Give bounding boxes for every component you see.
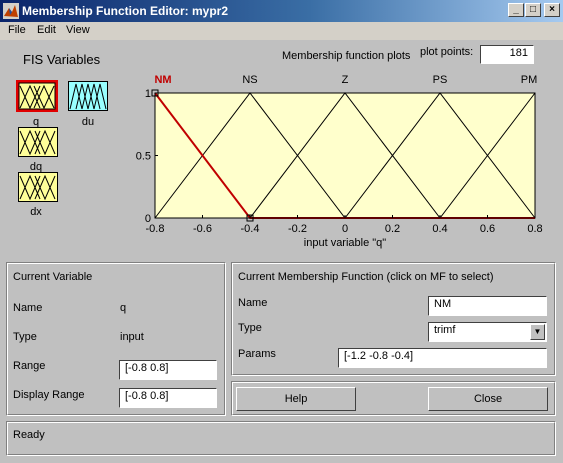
mf-type-select[interactable]: trimf ▼ bbox=[428, 322, 547, 342]
display-range-label: Display Range bbox=[13, 389, 85, 401]
mf-label-pm[interactable]: PM bbox=[521, 74, 538, 86]
x-tick-label: 0 bbox=[342, 223, 348, 235]
close-button[interactable]: Close bbox=[428, 387, 548, 411]
help-button[interactable]: Help bbox=[236, 387, 356, 411]
menu-edit[interactable]: Edit bbox=[37, 24, 56, 36]
variable-dq-icon[interactable] bbox=[18, 127, 58, 157]
range-input[interactable]: [-0.8 0.8] bbox=[119, 360, 217, 380]
current-variable-heading: Current Variable bbox=[13, 271, 93, 283]
menu-bar: File Edit View bbox=[0, 22, 563, 40]
variable-q-icon[interactable] bbox=[16, 80, 58, 112]
title-bar: Membership Function Editor: mypr2 _ □ × bbox=[0, 0, 563, 22]
plot-header: Membership function plots bbox=[282, 50, 411, 62]
variable-dx-label: dx bbox=[30, 206, 42, 218]
range-label: Range bbox=[13, 360, 46, 372]
x-tick-label: 0.6 bbox=[480, 223, 495, 235]
variable-type-value: input bbox=[120, 331, 144, 343]
x-axis-label: input variable "q" bbox=[304, 237, 387, 249]
variable-du-icon[interactable] bbox=[68, 81, 108, 111]
plot-area bbox=[155, 93, 535, 218]
current-mf-heading: Current Membership Function (click on MF… bbox=[238, 271, 494, 283]
y-tick-label: 1 bbox=[145, 88, 151, 100]
menu-file[interactable]: File bbox=[8, 24, 26, 36]
x-tick-label: -0.2 bbox=[288, 223, 307, 235]
mf-name-input[interactable]: NM bbox=[428, 296, 547, 316]
x-tick-label: 0.2 bbox=[385, 223, 400, 235]
x-tick-label: -0.6 bbox=[193, 223, 212, 235]
mf-label-z[interactable]: Z bbox=[342, 74, 349, 86]
chevron-down-icon[interactable]: ▼ bbox=[530, 324, 545, 340]
close-icon[interactable]: × bbox=[544, 3, 560, 17]
x-tick-label: -0.4 bbox=[241, 223, 260, 235]
membership-function-chart[interactable]: NS Z PS PMNM -0.8 -0.6 -0.4 -0.2 0 0.2 0.4 0.6 0.80… bbox=[130, 68, 563, 258]
mf-params-input[interactable]: [-1.2 -0.8 -0.4] bbox=[338, 348, 547, 368]
variable-du-label: du bbox=[81, 116, 95, 128]
x-tick-label: 0.8 bbox=[527, 223, 542, 235]
maximize-icon[interactable]: □ bbox=[525, 3, 541, 17]
mf-type-label: Type bbox=[238, 322, 262, 334]
window-title: Membership Function Editor: mypr2 bbox=[22, 4, 229, 18]
mf-label-ps[interactable]: PS bbox=[433, 74, 448, 86]
plot-points-input[interactable]: 181 bbox=[480, 45, 534, 64]
mf-params-label: Params bbox=[238, 348, 276, 360]
variable-dx-icon[interactable] bbox=[18, 172, 58, 202]
minimize-icon[interactable]: _ bbox=[508, 3, 524, 17]
variable-type-label: Type bbox=[13, 331, 37, 343]
x-tick-label: 0.4 bbox=[432, 223, 447, 235]
y-tick-label: 0 bbox=[145, 213, 151, 225]
y-tick-label: 0.5 bbox=[136, 151, 151, 163]
status-panel bbox=[6, 421, 556, 456]
mf-type-value: trimf bbox=[434, 324, 456, 336]
variable-name-value: q bbox=[120, 302, 127, 314]
plot-points-label: plot points: bbox=[420, 46, 474, 58]
fis-variables-heading: FIS Variables bbox=[23, 52, 101, 67]
menu-view[interactable]: View bbox=[66, 24, 90, 36]
mf-label-nm[interactable]: NM bbox=[154, 74, 171, 86]
display-range-input[interactable]: [-0.8 0.8] bbox=[119, 388, 217, 408]
mf-label-ns[interactable]: NS bbox=[242, 74, 257, 86]
matlab-app-icon bbox=[3, 3, 19, 19]
status-text: Ready bbox=[13, 429, 45, 441]
variable-name-label: Name bbox=[13, 302, 43, 314]
mf-name-label: Name bbox=[238, 297, 268, 309]
